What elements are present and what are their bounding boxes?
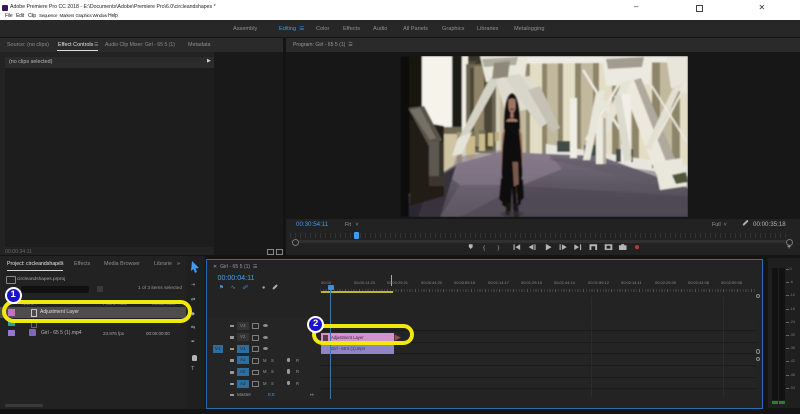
svg-text:{: { bbox=[483, 246, 485, 252]
svg-text:}: } bbox=[497, 246, 499, 252]
